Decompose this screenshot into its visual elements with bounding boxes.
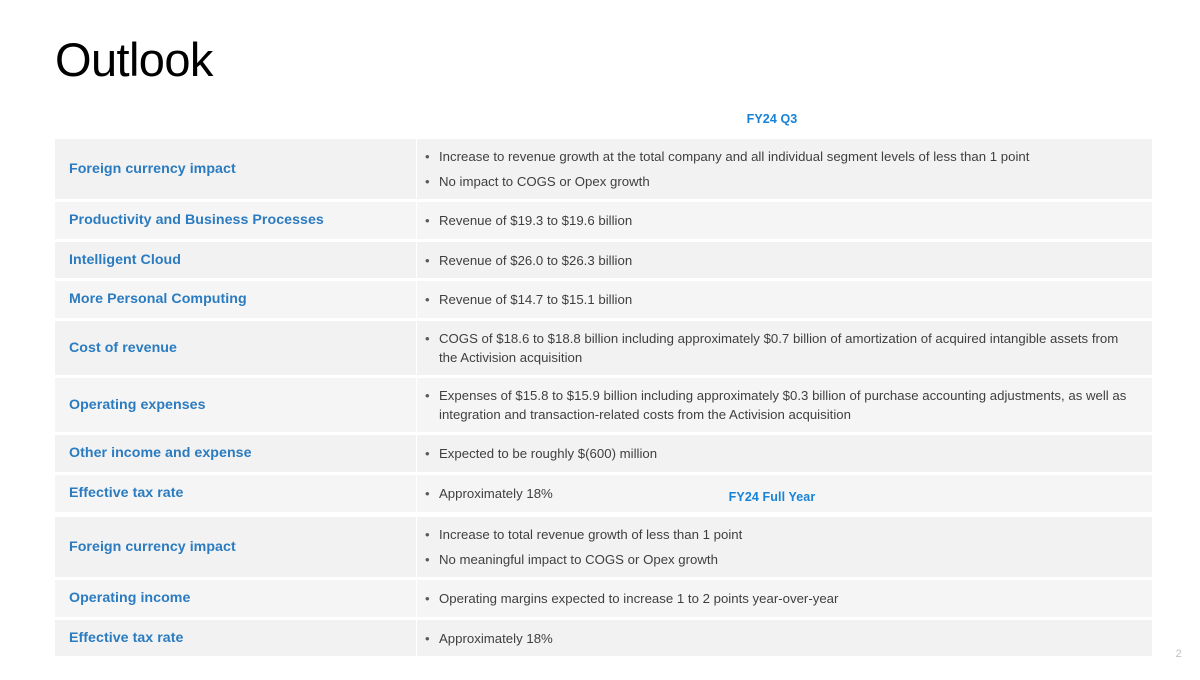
bullet-text: Expected to be roughly $(600) million xyxy=(439,446,658,462)
table-body-fy24-q3: Foreign currency impact • Increase to reve… xyxy=(55,139,1152,512)
bullet-item: • Increase to total revenue growth of les… xyxy=(417,525,1138,544)
row-values: • Expected to be roughly $(600) million xyxy=(416,435,1152,472)
table-caption-fy24-q3: FY24 Q3 xyxy=(746,112,798,126)
bullet-text: Revenue of $26.0 to $26.3 billion xyxy=(439,252,633,268)
slide-canvas: Outlook FY24 Q3 Foreign currency impact •… xyxy=(0,0,1200,680)
row-label: Cost of revenue xyxy=(55,321,416,376)
table-row: Effective tax rate • Approximately 18% xyxy=(55,619,1152,657)
row-values: • Revenue of $19.3 to $19.6 billion xyxy=(416,202,1152,239)
bullet-text: Increase to total revenue growth of less… xyxy=(439,527,743,542)
bullet-dot-icon: • xyxy=(425,149,430,164)
bullet-list: • Increase to total revenue growth of les… xyxy=(417,525,1138,569)
row-label: Other income and expense xyxy=(55,435,416,472)
table-row: Other income and expense • Expected to be … xyxy=(55,435,1152,472)
table-row: Operating expenses • Expenses of $15.8 to … xyxy=(55,378,1152,433)
bullet-dot-icon: • xyxy=(425,212,430,228)
row-label: Intelligent Cloud xyxy=(55,241,416,279)
outlook-table-fy24-q3: FY24 Q3 Foreign currency impact • Increase… xyxy=(55,110,1152,515)
page-title: Outlook xyxy=(55,33,213,86)
bullet-text: Operating margins expected to increase 1… xyxy=(439,590,839,606)
bullet-text: Expenses of $15.8 to $15.9 billion inclu… xyxy=(439,388,1127,423)
row-values: • Expenses of $15.8 to $15.9 billion incl… xyxy=(416,378,1152,433)
row-values: • COGS of $18.6 to $18.8 billion includin… xyxy=(416,321,1152,376)
bullet-list: • Revenue of $26.0 to $26.3 billion xyxy=(417,251,1138,270)
table-fy24-q3: Foreign currency impact • Increase to reve… xyxy=(55,136,1152,515)
bullet-list: • Operating margins expected to increase … xyxy=(417,589,1138,608)
table-fy24-full-year: Foreign currency impact • Increase to tota… xyxy=(55,514,1152,659)
bullet-text: Approximately 18% xyxy=(439,630,553,646)
table-row: Foreign currency impact • Increase to tota… xyxy=(55,517,1152,577)
row-label: Operating income xyxy=(55,580,416,617)
row-values: • Revenue of $14.7 to $15.1 billion xyxy=(416,281,1152,319)
bullet-dot-icon: • xyxy=(425,552,430,567)
bullet-text: COGS of $18.6 to $18.8 billion including… xyxy=(439,331,1119,366)
bullet-list: • Revenue of $19.3 to $19.6 billion xyxy=(417,211,1138,230)
table-row: Intelligent Cloud • Revenue of $26.0 to $2… xyxy=(55,241,1152,279)
bullet-list: • Approximately 18% xyxy=(417,629,1138,648)
bullet-item: • Expenses of $15.8 to $15.9 billion incl… xyxy=(417,386,1138,424)
bullet-item: • Increase to revenue growth at the total… xyxy=(417,147,1138,166)
row-label: Effective tax rate xyxy=(55,619,416,657)
row-values: • Approximately 18% xyxy=(416,619,1152,657)
row-label: Foreign currency impact xyxy=(55,139,416,199)
bullet-item: • Expected to be roughly $(600) million xyxy=(417,444,1138,463)
bullet-dot-icon: • xyxy=(425,590,430,606)
table-row: More Personal Computing • Revenue of $14.7… xyxy=(55,281,1152,319)
bullet-dot-icon: • xyxy=(425,331,430,347)
bullet-item: • Revenue of $26.0 to $26.3 billion xyxy=(417,251,1138,270)
bullet-dot-icon: • xyxy=(425,630,430,646)
row-label: Operating expenses xyxy=(55,378,416,433)
row-label: Foreign currency impact xyxy=(55,517,416,577)
bullet-dot-icon: • xyxy=(425,292,430,308)
bullet-list: • Revenue of $14.7 to $15.1 billion xyxy=(417,290,1138,309)
bullet-item: • Operating margins expected to increase … xyxy=(417,589,1138,608)
bullet-text: Increase to revenue growth at the total … xyxy=(439,149,1030,164)
bullet-list: • Expected to be roughly $(600) million xyxy=(417,444,1138,463)
bullet-text: Revenue of $19.3 to $19.6 billion xyxy=(439,212,633,228)
bullet-text: No impact to COGS or Opex growth xyxy=(439,174,650,189)
row-label: More Personal Computing xyxy=(55,281,416,319)
bullet-dot-icon: • xyxy=(425,527,430,542)
table-row: Productivity and Business Processes • Reve… xyxy=(55,202,1152,239)
table-caption-fy24-full-year: FY24 Full Year xyxy=(728,490,816,504)
table-body-fy24-full-year: Foreign currency impact • Increase to tota… xyxy=(55,517,1152,657)
row-values: • Revenue of $26.0 to $26.3 billion xyxy=(416,241,1152,279)
bullet-list: • Expenses of $15.8 to $15.9 billion incl… xyxy=(417,386,1138,424)
bullet-dot-icon: • xyxy=(425,174,430,189)
bullet-item: • Revenue of $19.3 to $19.6 billion xyxy=(417,211,1138,230)
bullet-dot-icon: • xyxy=(425,388,430,404)
row-values: • Operating margins expected to increase … xyxy=(416,580,1152,617)
bullet-dot-icon: • xyxy=(425,446,430,462)
bullet-text: No meaningful impact to COGS or Opex gro… xyxy=(439,552,718,567)
bullet-item: • Approximately 18% xyxy=(417,629,1138,648)
page-number: 2 xyxy=(1175,648,1182,660)
bullet-dot-icon: • xyxy=(425,252,430,268)
bullet-list: • COGS of $18.6 to $18.8 billion includin… xyxy=(417,329,1138,367)
row-label: Productivity and Business Processes xyxy=(55,202,416,239)
bullet-item: • No impact to COGS or Opex growth xyxy=(417,172,1138,191)
row-values: • Increase to revenue growth at the total… xyxy=(416,139,1152,199)
bullet-item: • Revenue of $14.7 to $15.1 billion xyxy=(417,290,1138,309)
bullet-item: • COGS of $18.6 to $18.8 billion includin… xyxy=(417,329,1138,367)
bullet-list: • Increase to revenue growth at the total… xyxy=(417,147,1138,191)
outlook-table-fy24-full-year: FY24 Full Year Foreign currency impact • I… xyxy=(55,488,1152,659)
bullet-text: Revenue of $14.7 to $15.1 billion xyxy=(439,292,633,308)
row-values: • Increase to total revenue growth of les… xyxy=(416,517,1152,577)
table-row: Operating income • Operating margins expec… xyxy=(55,580,1152,617)
table-row: Cost of revenue • COGS of $18.6 to $18.8 b… xyxy=(55,321,1152,376)
table-row: Foreign currency impact • Increase to reve… xyxy=(55,139,1152,199)
bullet-item: • No meaningful impact to COGS or Opex gr… xyxy=(417,550,1138,569)
